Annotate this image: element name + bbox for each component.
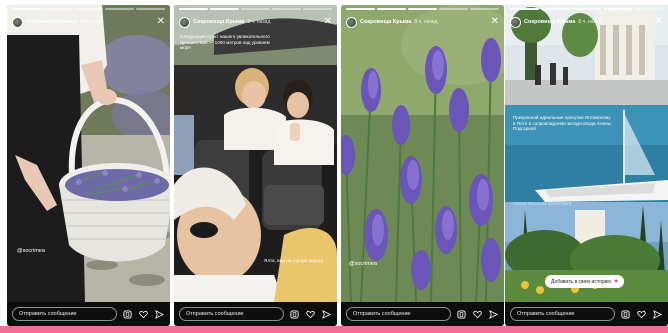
- post-time: 8 ч. назад: [247, 19, 271, 25]
- post-time: 8 ч. назад: [414, 19, 438, 25]
- progress-segment: [179, 8, 208, 10]
- accent-strip: [0, 326, 668, 333]
- highlight-label: Добавить в свою историю: [551, 278, 612, 285]
- progress-segment: [439, 8, 468, 10]
- progress-segment: [634, 8, 663, 10]
- progress-segment: [210, 8, 239, 10]
- close-icon[interactable]: ✕: [655, 17, 663, 27]
- story-footer: Отправить сообщение: [7, 302, 170, 326]
- add-to-story-button[interactable]: Добавить в свою историю ♥: [545, 275, 624, 288]
- progress-segment: [603, 8, 632, 10]
- story-header: Сокровища Крыма 8 ч. назад ✕: [12, 14, 165, 30]
- progress-segment: [303, 8, 332, 10]
- send-icon[interactable]: [488, 309, 499, 320]
- progress-segment: [74, 8, 103, 10]
- story-card-4[interactable]: Сокровища Крыма 8 ч. назад ✕ Прекрасной …: [505, 5, 668, 326]
- progress-segment: [408, 8, 437, 10]
- story-footer: Отправить сообщение: [341, 302, 504, 326]
- account-name[interactable]: Сокровища Крыма: [26, 19, 77, 25]
- story-photo-lavender-basket: [7, 5, 170, 302]
- story-header: Сокровища Крыма 8 ч. назад ✕: [346, 14, 499, 30]
- message-icon[interactable]: [122, 309, 133, 320]
- story-card-1[interactable]: Сокровища Крыма 8 ч. назад ✕ @socrimea О…: [7, 5, 170, 326]
- progress-segment: [572, 8, 601, 10]
- progress-segment: [105, 8, 134, 10]
- send-icon[interactable]: [321, 309, 332, 320]
- heart-icon: ♥: [614, 278, 618, 285]
- story-footer: Отправить сообщение: [505, 302, 668, 326]
- story-caption: Следующий пункт нашего увлекательного пу…: [180, 34, 270, 51]
- close-icon[interactable]: ✕: [491, 17, 499, 27]
- send-icon[interactable]: [652, 309, 663, 320]
- progress-segment: [12, 8, 41, 10]
- close-icon[interactable]: ✕: [324, 17, 332, 27]
- send-icon[interactable]: [154, 309, 165, 320]
- progress-segment: [43, 8, 72, 10]
- mention-tag[interactable]: @socrimea: [349, 261, 377, 267]
- story-progress-bar: [510, 8, 663, 10]
- progress-segment: [136, 8, 165, 10]
- avatar[interactable]: [12, 16, 23, 28]
- story-header: Сокровища Крыма 8 ч. назад ✕: [510, 14, 663, 30]
- progress-segment: [346, 8, 375, 10]
- progress-segment: [541, 8, 570, 10]
- progress-segment: [241, 8, 270, 10]
- avatar[interactable]: [179, 16, 190, 28]
- progress-segment: [470, 8, 499, 10]
- story-caption: Прекрасной идеальные прогулки Ялтинскому…: [513, 115, 611, 132]
- post-time: 8 ч. назад: [80, 19, 104, 25]
- message-input[interactable]: Отправить сообщение: [179, 307, 284, 321]
- story-progress-bar: [12, 8, 165, 10]
- progress-segment: [377, 8, 406, 10]
- account-name[interactable]: Сокровища Крыма: [524, 19, 575, 25]
- heart-icon[interactable]: [138, 309, 149, 320]
- avatar[interactable]: [346, 16, 357, 28]
- story-card-3[interactable]: Сокровища Крыма 8 ч. назад ✕ @socrimea О…: [341, 5, 504, 326]
- account-name[interactable]: Сокровища Крыма: [193, 19, 244, 25]
- heart-icon[interactable]: [305, 309, 316, 320]
- message-input[interactable]: Отправить сообщение: [510, 307, 615, 321]
- heart-icon[interactable]: [636, 309, 647, 320]
- story-progress-bar: [346, 8, 499, 10]
- story-bottom-caption: Ялта, вид на горную дорогу: [264, 258, 324, 263]
- story-footer: Отправить сообщение: [174, 302, 337, 326]
- story-card-2[interactable]: Сокровища Крыма 8 ч. назад ✕ Следующий п…: [174, 5, 337, 326]
- message-icon[interactable]: [289, 309, 300, 320]
- story-photo-lavender-closeup: [341, 5, 504, 302]
- avatar[interactable]: [510, 16, 521, 28]
- message-icon[interactable]: [456, 309, 467, 320]
- progress-segment: [272, 8, 301, 10]
- post-time: 8 ч. назад: [578, 19, 602, 25]
- mention-tag[interactable]: @socrimea: [17, 248, 45, 254]
- heart-icon[interactable]: [472, 309, 483, 320]
- story-progress-bar: [179, 8, 332, 10]
- account-name[interactable]: Сокровища Крыма: [360, 19, 411, 25]
- story-photo-yalta-collage: [505, 5, 668, 302]
- close-icon[interactable]: ✕: [157, 17, 165, 27]
- message-input[interactable]: Отправить сообщение: [12, 307, 117, 321]
- message-icon[interactable]: [620, 309, 631, 320]
- story-header: Сокровища Крыма 8 ч. назад ✕: [179, 14, 332, 30]
- message-input[interactable]: Отправить сообщение: [346, 307, 451, 321]
- photo-credit[interactable]: Олеся Фролова @sofrolova: [513, 201, 623, 207]
- progress-segment: [510, 8, 539, 10]
